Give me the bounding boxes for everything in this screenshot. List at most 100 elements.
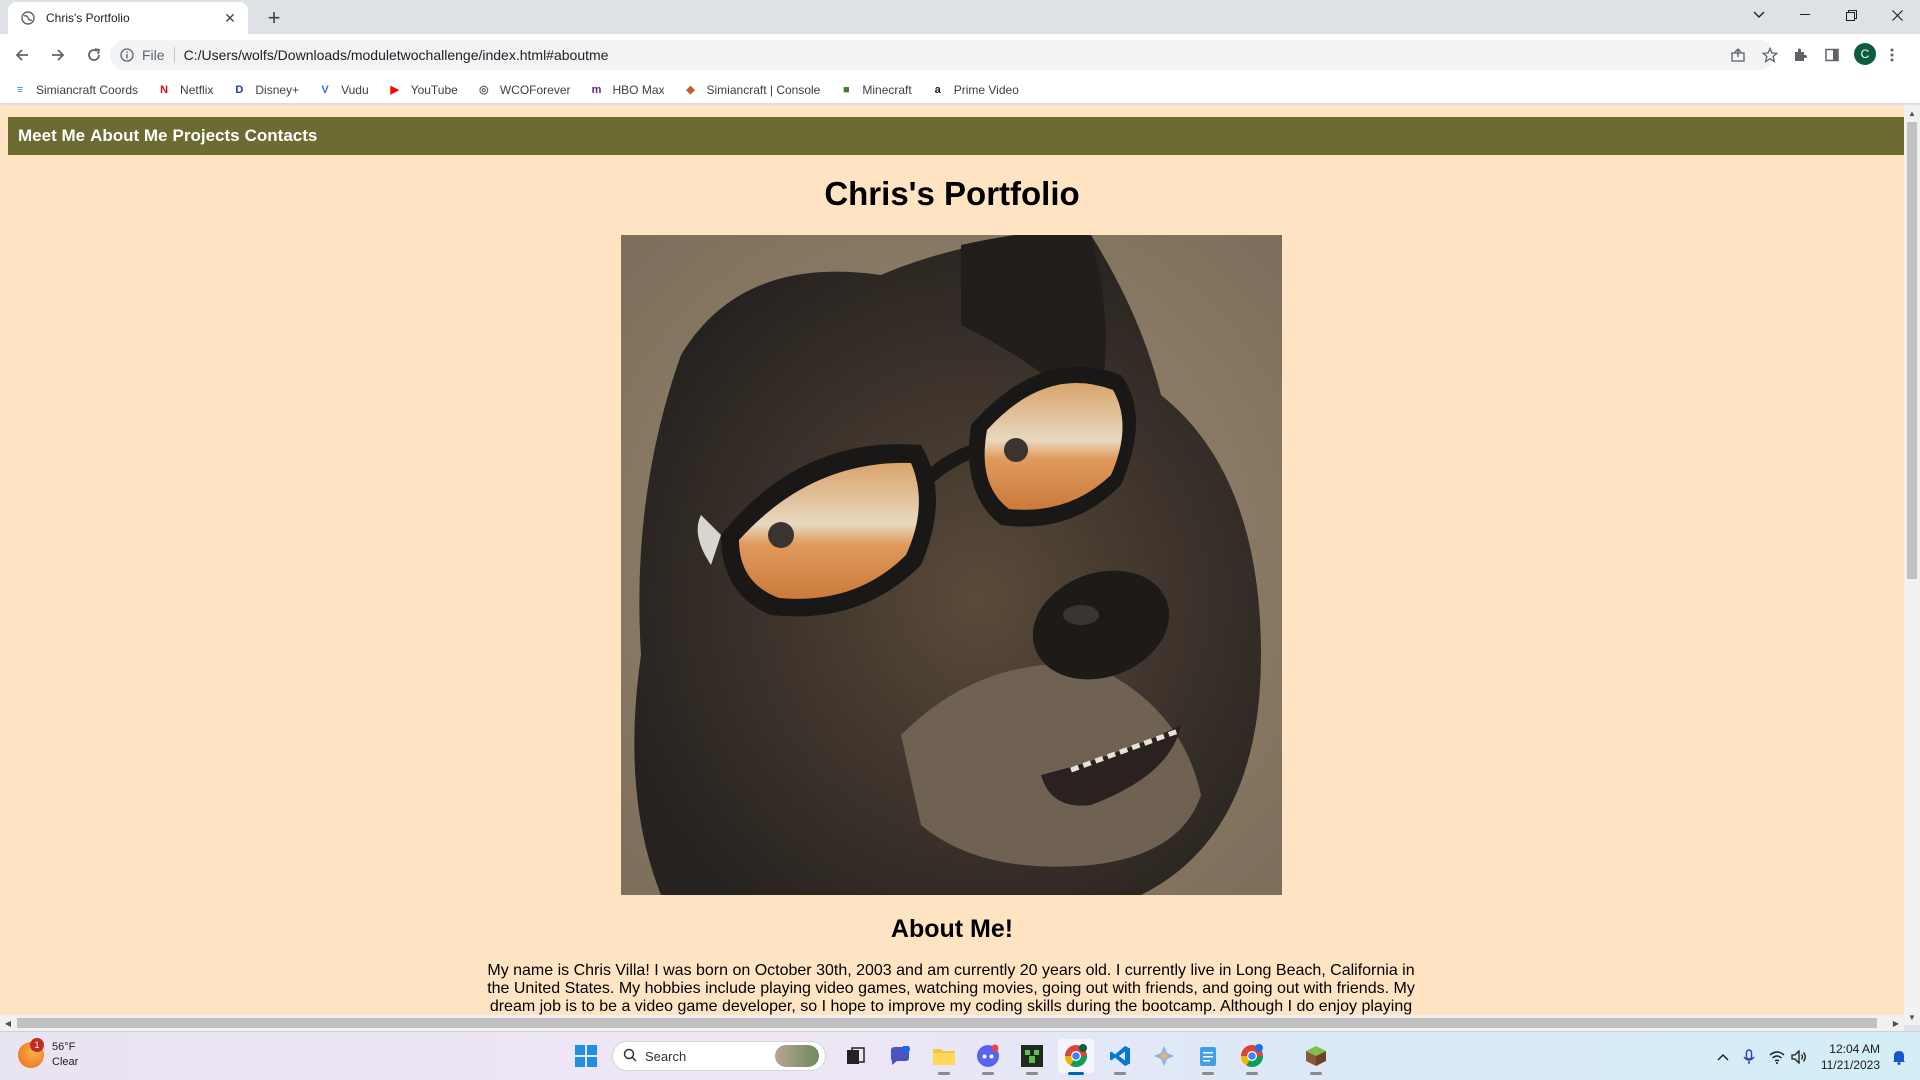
info-icon[interactable] bbox=[120, 48, 134, 62]
clock-date: 11/21/2023 bbox=[1820, 1057, 1880, 1072]
browser-toolbar: File C:/Users/wolfs/Downloads/moduletwoc… bbox=[0, 34, 1920, 76]
bookmark-label: Prime Video bbox=[953, 82, 1019, 97]
bookmark-item[interactable]: ■ Minecraft bbox=[838, 82, 912, 98]
hbomax-icon: m bbox=[591, 83, 602, 96]
nav-link-contacts[interactable]: Contacts bbox=[245, 126, 318, 146]
scroll-down-arrow-icon[interactable]: ▼ bbox=[1904, 1009, 1920, 1025]
globe-icon: ◎ bbox=[479, 84, 489, 96]
taskbar-search-box[interactable]: Search bbox=[612, 1041, 826, 1071]
vertical-scroll-thumb[interactable] bbox=[1907, 122, 1917, 579]
tab-search-icon[interactable] bbox=[1736, 0, 1782, 30]
tab-portfolio[interactable]: Chris's Portfolio ✕ bbox=[8, 2, 248, 34]
bookmark-label: Simiancraft | Console bbox=[706, 82, 821, 97]
notification-badge: 1 bbox=[30, 1038, 44, 1052]
about-paragraph: My name is Chris Villa! I was born on Oc… bbox=[487, 962, 1415, 1015]
url-text[interactable]: C:/Users/wolfs/Downloads/moduletwochalle… bbox=[184, 47, 609, 63]
system-tray: 12:04 AM 11/21/2023 bbox=[1717, 1032, 1920, 1080]
wifi-icon[interactable] bbox=[1769, 1050, 1785, 1064]
start-windows-icon[interactable] bbox=[568, 1039, 604, 1073]
docs-icon: ≡ bbox=[16, 83, 24, 96]
search-placeholder: Search bbox=[645, 1048, 687, 1064]
tab-title: Chris's Portfolio bbox=[46, 11, 130, 25]
youtube-icon: ▶ bbox=[390, 84, 399, 96]
gemini-icon[interactable] bbox=[1146, 1039, 1182, 1073]
nav-link-projects[interactable]: Projects bbox=[173, 126, 240, 146]
weather-moon-icon: 1 bbox=[18, 1038, 44, 1068]
profile-photo bbox=[621, 235, 1282, 895]
page-title: Chris's Portfolio bbox=[824, 175, 1080, 212]
menu-kebab-icon[interactable] bbox=[1890, 40, 1894, 70]
minecraft-launcher-icon[interactable] bbox=[1014, 1039, 1050, 1075]
weather-temperature: 56°F bbox=[52, 1041, 76, 1053]
minecraft-game-icon[interactable] bbox=[1298, 1039, 1334, 1075]
nav-link-meet-me[interactable]: Meet Me bbox=[18, 126, 85, 146]
bookmark-label: Vudu bbox=[341, 82, 369, 97]
disney-icon: D bbox=[235, 83, 244, 96]
vertical-scrollbar[interactable]: ▲ ▼ bbox=[1904, 105, 1920, 1025]
bookmark-item[interactable]: ≡ Simiancraft Coords bbox=[12, 82, 138, 98]
minecraft-icon: ■ bbox=[843, 83, 850, 96]
bookmark-label: YouTube bbox=[410, 82, 458, 97]
share-icon[interactable] bbox=[1730, 40, 1746, 70]
bookmark-item[interactable]: V Vudu bbox=[317, 82, 369, 98]
reload-button[interactable] bbox=[78, 39, 110, 71]
notepad-icon[interactable] bbox=[1190, 1039, 1226, 1075]
notification-bell-icon[interactable] bbox=[1892, 1049, 1906, 1065]
amazon-icon: a bbox=[934, 83, 941, 96]
bookmark-item[interactable]: N Netflix bbox=[156, 82, 213, 98]
microphone-icon[interactable] bbox=[1743, 1048, 1755, 1065]
vscode-icon[interactable] bbox=[1102, 1039, 1138, 1075]
bookmark-label: Netflix bbox=[180, 82, 214, 97]
file-scheme-label: File bbox=[142, 47, 175, 63]
windows-taskbar: 1 56°F Clear Search 12:04 AM 11/21/2023 bbox=[0, 1031, 1920, 1080]
scroll-up-arrow-icon[interactable]: ▲ bbox=[1904, 105, 1920, 121]
close-tab-icon[interactable]: ✕ bbox=[222, 10, 238, 26]
bookmark-item[interactable]: ◆ Simiancraft | Console bbox=[683, 82, 821, 98]
profile-avatar[interactable]: C bbox=[1854, 43, 1876, 65]
address-bar[interactable]: File C:/Users/wolfs/Downloads/moduletwoc… bbox=[110, 40, 1778, 70]
weather-description: Clear bbox=[52, 1056, 79, 1068]
horizontal-scrollbar[interactable]: ◀ ▶ bbox=[0, 1015, 1904, 1031]
horizontal-scroll-thumb[interactable] bbox=[17, 1018, 1877, 1028]
bookmark-label: Simiancraft Coords bbox=[36, 82, 139, 97]
netflix-icon: N bbox=[160, 83, 169, 96]
extensions-icon[interactable] bbox=[1792, 40, 1808, 70]
bookmark-item[interactable]: m HBO Max bbox=[589, 82, 665, 98]
new-tab-button[interactable]: + bbox=[260, 4, 288, 32]
forward-button[interactable] bbox=[42, 39, 74, 71]
discord-icon[interactable] bbox=[970, 1039, 1006, 1075]
chat-icon[interactable] bbox=[882, 1039, 918, 1073]
side-panel-icon[interactable] bbox=[1824, 40, 1840, 70]
bookmark-label: WCOForever bbox=[499, 82, 571, 97]
bookmark-item[interactable]: ▶ YouTube bbox=[387, 82, 458, 98]
bookmark-label: Disney+ bbox=[255, 82, 300, 97]
restore-button[interactable] bbox=[1828, 0, 1874, 30]
close-window-button[interactable] bbox=[1874, 0, 1920, 30]
clock[interactable]: 12:04 AM 11/21/2023 bbox=[1821, 1041, 1880, 1073]
bookmark-item[interactable]: a Prime Video bbox=[930, 82, 1019, 98]
task-view-icon[interactable] bbox=[838, 1039, 874, 1073]
chrome-profile-icon[interactable] bbox=[1234, 1039, 1270, 1075]
scroll-right-arrow-icon[interactable]: ▶ bbox=[1888, 1015, 1904, 1031]
globe-icon bbox=[20, 10, 36, 26]
search-icon bbox=[623, 1048, 637, 1065]
vudu-icon: V bbox=[321, 83, 329, 96]
console-icon: ◆ bbox=[686, 84, 695, 96]
bookmark-label: Minecraft bbox=[862, 82, 912, 97]
nav-link-about-me[interactable]: About Me bbox=[90, 126, 167, 146]
search-highlight-image bbox=[775, 1045, 819, 1067]
bookmark-item[interactable]: D Disney+ bbox=[231, 82, 299, 98]
bookmarks-bar: ≡ Simiancraft Coords N Netflix D Disney+ V Vudu… bbox=[0, 76, 1920, 104]
back-button[interactable] bbox=[6, 39, 38, 71]
file-explorer-icon[interactable] bbox=[926, 1039, 962, 1075]
chevron-up-icon[interactable] bbox=[1717, 1053, 1729, 1061]
bookmark-star-icon[interactable] bbox=[1762, 40, 1778, 70]
clock-time: 12:04 AM bbox=[1829, 1041, 1880, 1056]
minimize-button[interactable] bbox=[1782, 0, 1828, 30]
weather-widget[interactable]: 1 56°F Clear bbox=[18, 1038, 79, 1070]
scroll-left-arrow-icon[interactable]: ◀ bbox=[0, 1015, 16, 1031]
volume-icon[interactable] bbox=[1791, 1049, 1807, 1064]
bookmark-item[interactable]: ◎ WCOForever bbox=[476, 82, 571, 98]
chrome-icon[interactable] bbox=[1058, 1039, 1094, 1075]
page-viewport: Meet Me About Me Projects Contacts Chris… bbox=[0, 105, 1920, 1025]
